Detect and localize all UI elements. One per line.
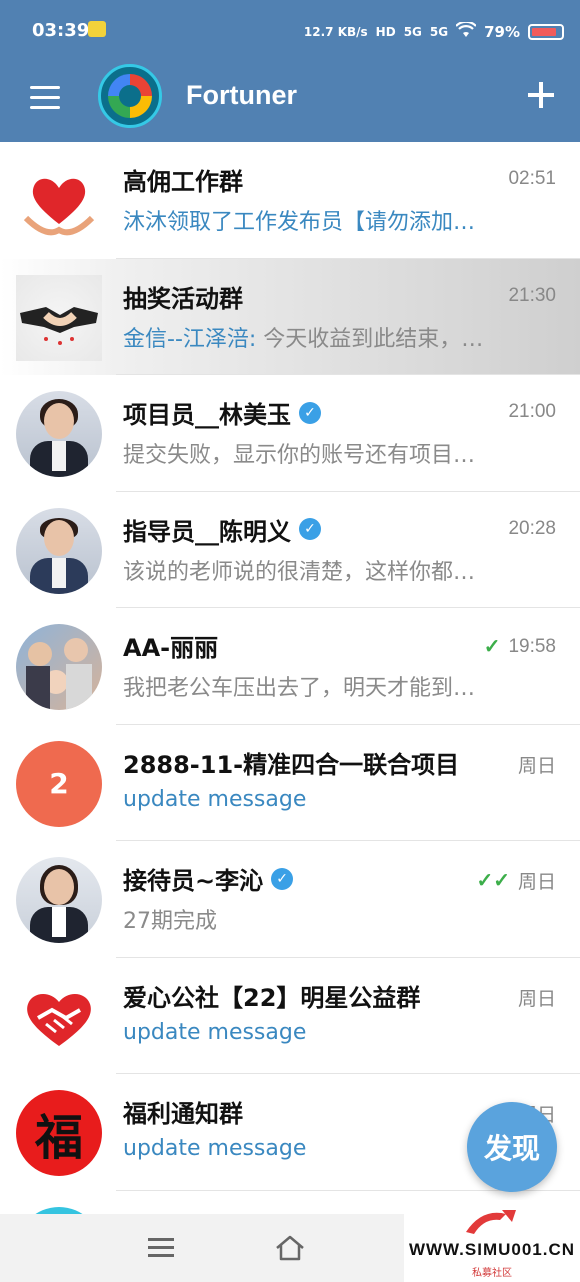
watermark-logo-icon [462,1206,518,1238]
chat-message: 金信--江泽涪: 今天收益到此结束，… [123,321,540,353]
wifi-icon [455,20,477,41]
chat-message: 我把老公车压出去了，明天才能到… [123,676,476,701]
header-bar: 03:39 12.7 KB/s HD 5G 5G 79% Fortuner [0,0,580,142]
double-check-icon: ✓✓ [476,870,510,892]
fu-avatar: 福 [16,1090,102,1176]
message-text: 今天收益到此结束，… [256,326,484,352]
net-speed: 12.7 KB/s [303,24,368,39]
chat-name: 高佣工作群 [123,168,243,196]
chat-time: ✓✓ 周日 [476,870,556,893]
chat-item[interactable]: 指导员__陈明义 ✓ 20:28 该说的老师说的很清楚，这样你都… [0,491,580,608]
chat-item[interactable]: 高佣工作群 02:51 沐沐领取了工作发布员【请勿添加… [0,142,580,259]
heart-hands-avatar [16,158,102,244]
woman-portrait-avatar [16,857,102,943]
verified-icon: ✓ [299,401,321,424]
chat-message: update message [123,786,307,812]
hd-icon: HD [375,24,396,39]
chat-name: 项目员__林美玉 ✓ [123,395,321,430]
chat-message: update message [123,1019,307,1045]
chat-time: 21:30 [508,284,556,306]
app-title: Fortuner [186,80,297,110]
status-time: 03:39 [32,20,90,41]
chat-message: 提交失败，显示你的账号还有项目… [123,443,476,468]
chat-time: 周日 [517,988,556,1010]
chat-message: 沐沐领取了工作发布员【请勿添加… [123,210,476,235]
chat-item[interactable]: 抽奖活动群 21:30 金信--江泽涪: 今天收益到此结束，… [0,258,580,375]
message-sender: 金信--江泽涪: [123,326,257,352]
chat-name: 2888-11-精准四合一联合项目 [123,750,460,779]
chat-list: 高佣工作群 02:51 沐沐领取了工作发布员【请勿添加… 抽奖活动群 21:30… [0,142,580,1231]
chat-name: 接待员~李沁 ✓ [123,861,294,896]
chat-time: 21:00 [508,401,556,422]
heart-handshake-avatar [16,973,102,1060]
signal-icon: 5G [403,24,422,39]
chat-time: 周日 [517,755,556,777]
recent-apps-icon[interactable] [148,1238,174,1258]
watermark-text: WWW.SIMU001.CN [408,1240,576,1259]
app-logo[interactable] [98,64,162,128]
chat-item[interactable]: 2 2888-11-精准四合一联合项目 周日 update message [0,724,580,841]
chat-time: 20:28 [508,517,556,539]
family-photo-avatar [16,624,102,710]
handshake-avatar [16,274,102,361]
chat-name: 爱心公社【22】明星公益群 [123,983,421,1012]
status-right: 12.7 KB/s HD 5G 5G 79% [303,20,564,41]
chat-message: 该说的老师说的很清楚，这样你都… [123,559,476,585]
battery-percent: 79% [484,22,520,41]
notification-icon [88,21,106,37]
man-portrait-avatar [16,507,102,594]
chat-item[interactable]: 接待员~李沁 ✓ ✓✓ 周日 27期完成 [0,841,580,958]
chat-message: 27期完成 [123,909,217,934]
chat-item[interactable]: 项目员__林美玉 ✓ 21:00 提交失败，显示你的账号还有项目… [0,375,580,492]
chat-item[interactable]: AA-丽丽 ✓ 19:58 我把老公车压出去了，明天才能到… [0,608,580,725]
chat-name: 抽奖活动群 [123,284,243,313]
chat-name: 福利通知群 [123,1100,243,1128]
battery-icon [528,23,564,40]
chat-name: 指导员__陈明义 ✓ [123,512,321,547]
woman-portrait-avatar [16,391,102,477]
watermark-subtext: 私募社区 [472,1268,512,1279]
watermark: WWW.SIMU001.CN 私募社区 [404,1200,580,1282]
signal-icon-2: 5G [429,24,449,39]
chat-time: 02:51 [508,168,556,189]
verified-icon: ✓ [271,867,294,890]
plus-icon[interactable] [528,82,554,108]
verified-icon: ✓ [299,518,321,540]
initial-avatar: 2 [16,740,102,827]
app-bar: Fortuner [0,62,580,142]
chat-time: ✓ 19:58 [483,635,556,659]
discover-button[interactable]: 发现 [467,1102,557,1192]
chat-name: AA-丽丽 [123,634,219,662]
home-icon[interactable] [274,1234,306,1262]
hamburger-icon[interactable] [30,86,60,110]
chat-item[interactable]: 爱心公社【22】明星公益群 周日 update message [0,957,580,1074]
status-bar: 03:39 12.7 KB/s HD 5G 5G 79% [0,0,580,62]
check-icon: ✓ [483,636,501,658]
